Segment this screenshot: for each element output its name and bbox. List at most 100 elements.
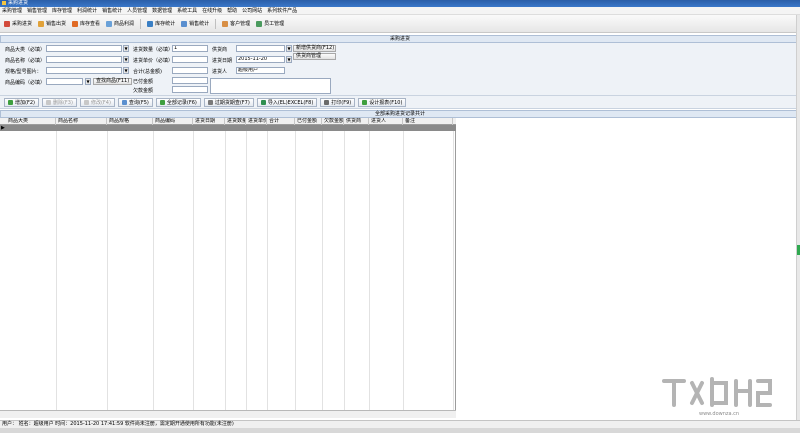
records-grid[interactable]: 商品大类 商品名称 商品规格 商品编码 进货日期 进货数量 进货单价 合计 已付金额 欠款金额 供货… [0, 118, 456, 418]
action-button-label: 修改(F4) [90, 99, 111, 106]
menu-item[interactable]: 采购管理 [2, 7, 22, 14]
action-bar: 增加(F2) 删除(F3) 修改(F4) 查询(F5) 全部记录(F6) 过期货期查(F7… [0, 95, 800, 109]
stats-icon [147, 20, 154, 27]
column-header[interactable]: 商品规格 [107, 118, 153, 125]
supplier-label: 供货商 [212, 47, 228, 53]
name-label: 商品名称（必填） [5, 58, 46, 64]
column-header[interactable]: 进货单价 [246, 118, 267, 125]
paid-input[interactable] [172, 77, 208, 84]
column-header[interactable]: 已付金额 [295, 118, 322, 125]
spec-picker-button[interactable]: ▼ [123, 67, 129, 74]
supplier-picker-button[interactable]: ▼ [286, 45, 292, 52]
person-input[interactable]: 超级用户 [236, 67, 285, 74]
report-icon [362, 99, 368, 105]
toolbar-button[interactable]: 客户管理 [222, 20, 250, 27]
toolbar-separator [140, 18, 142, 29]
column-divider [403, 125, 404, 418]
column-header[interactable]: 供货商 [344, 118, 369, 125]
supplier-management-button[interactable]: 供货商管理 [293, 53, 336, 60]
watermark-url: www.downza.cn [699, 411, 740, 417]
spec-input[interactable] [46, 67, 122, 74]
toolbar-button[interactable]: 库存查看 [72, 20, 100, 27]
toolbar-button-label: 客户管理 [230, 21, 251, 27]
toolbar-button-label: 库存统计 [155, 21, 176, 27]
menu-item[interactable]: 数据管理 [152, 7, 172, 14]
action-button-label: 删除(F3) [52, 99, 73, 106]
category-picker-button[interactable]: ▼ [123, 45, 129, 52]
column-divider [193, 125, 194, 418]
date-input[interactable]: 2015-11-20 [236, 56, 285, 63]
qty-label: 进货数量（必填） [133, 47, 174, 53]
menu-item[interactable]: 公司网站 [242, 7, 262, 14]
column-header[interactable]: 商品大类 [6, 118, 56, 125]
toolbar-button[interactable]: 商品利润 [106, 20, 134, 27]
toolbar-button[interactable]: 销售出货 [38, 20, 66, 27]
column-header[interactable]: 商品编码 [153, 118, 193, 125]
action-button[interactable]: 删除(F3) [41, 97, 77, 107]
action-button[interactable]: 修改(F4) [79, 97, 115, 107]
toolbar-button[interactable]: 采购进货 [4, 20, 32, 27]
action-button[interactable]: 增加(F2) [4, 97, 39, 107]
column-header[interactable]: 进货日期 [193, 118, 225, 125]
history-icon [207, 99, 213, 105]
add-supplier-button[interactable]: 新增供货商(F12) [293, 45, 336, 52]
menu-item[interactable]: 库存管理 [52, 7, 72, 14]
menu-item[interactable]: 销售管理 [27, 7, 47, 14]
note-textarea[interactable] [210, 78, 331, 94]
supplier-input[interactable] [236, 45, 285, 52]
owed-input[interactable] [172, 86, 208, 93]
find-goods-button[interactable]: 查找商品(F11) [93, 78, 133, 85]
column-header[interactable]: 商品名称 [56, 118, 107, 125]
menu-item[interactable]: 系统工具 [177, 7, 197, 14]
selected-row[interactable]: ▶ [0, 125, 456, 131]
column-header[interactable]: 备注 [403, 118, 453, 125]
action-button[interactable]: 全部记录(F6) [155, 97, 201, 107]
window-title: 采购进货 [8, 0, 29, 6]
grid-title: 全部采购进货记录共计 [0, 110, 800, 118]
action-button[interactable]: 过期货期查(F7) [203, 97, 254, 107]
app-icon [2, 0, 6, 5]
warehouse-icon [72, 20, 79, 27]
toolbar-button[interactable]: 库存统计 [147, 20, 175, 27]
toolbar-button[interactable]: 销售统计 [181, 20, 209, 27]
right-scrollbar[interactable] [796, 15, 800, 420]
toolbar-button[interactable]: 员工管理 [256, 20, 284, 27]
name-picker-button[interactable]: ▼ [123, 56, 129, 63]
person-label: 进货人 [212, 69, 228, 75]
column-divider [267, 125, 268, 418]
total-input[interactable] [172, 67, 208, 74]
column-header[interactable]: 合计 [267, 118, 295, 125]
column-divider [107, 125, 108, 418]
action-button[interactable]: 打印(F9) [320, 97, 356, 107]
action-button[interactable]: 导入(EL)EXCEL(F8) [256, 97, 318, 107]
price-input[interactable] [172, 56, 208, 63]
toolbar-button-label: 商品利润 [114, 21, 135, 27]
menu-item[interactable]: 销售统计 [102, 7, 122, 14]
menu-item[interactable]: 帮助 [227, 7, 237, 14]
menu-item[interactable]: 利润统计 [77, 7, 97, 14]
name-input[interactable] [46, 56, 122, 63]
category-input[interactable] [46, 45, 122, 52]
taskbar-strip [0, 428, 800, 433]
check-icon [159, 99, 165, 105]
column-header[interactable]: 进货数量 [225, 118, 246, 125]
column-header[interactable]: 进货人 [369, 118, 403, 125]
menu-item[interactable]: 系列软件产品 [267, 7, 297, 14]
date-label: 进货日期 [212, 58, 233, 64]
action-button-label: 导入(EL)EXCEL(F8) [267, 99, 314, 106]
menu-item[interactable]: 人员管理 [127, 7, 147, 14]
code-picker-button[interactable]: ▼ [85, 78, 91, 85]
menu-bar: 采购管理 销售管理 库存管理 利润统计 销售统计 人员管理 数据管理 系统工具 在线升级 帮助 公司… [0, 7, 800, 15]
sell-icon [38, 20, 45, 27]
delete-icon [45, 99, 51, 105]
action-button[interactable]: 查询(F5) [117, 97, 153, 107]
column-header[interactable]: 欠款金额 [322, 118, 344, 125]
qty-input[interactable]: 1 [172, 45, 208, 52]
action-button[interactable]: 设计报表(F10) [358, 97, 407, 107]
date-picker-button[interactable]: ▼ [286, 56, 292, 63]
monitor-icon [181, 20, 188, 27]
code-input[interactable] [46, 78, 83, 85]
column-divider [56, 125, 57, 418]
menu-item[interactable]: 在线升级 [202, 7, 222, 14]
action-button-label: 查询(F5) [128, 99, 149, 106]
